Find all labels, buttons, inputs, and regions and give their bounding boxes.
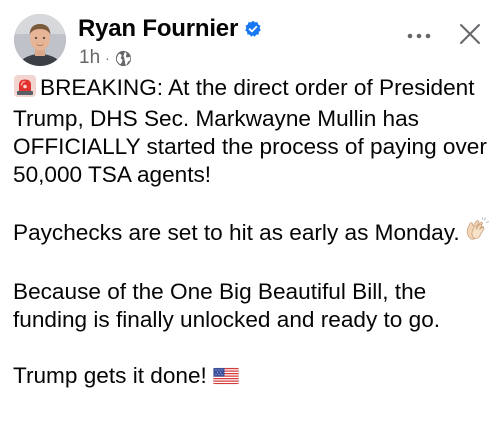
more-options-button[interactable] [402, 22, 436, 50]
avatar[interactable] [14, 14, 66, 66]
close-icon [458, 22, 482, 51]
post-body: BREAKING: At the direct order of Preside… [13, 74, 491, 393]
post-text-paychecks: Paychecks are set to hit as early as Mon… [13, 220, 460, 245]
author-name[interactable]: Ryan Fournier [78, 15, 238, 43]
post-paragraph-closing: Trump gets it done! [13, 362, 491, 393]
post-timestamp[interactable]: 1h [79, 47, 100, 69]
globe-icon[interactable] [115, 50, 132, 67]
post-paragraph-breaking: BREAKING: At the direct order of Preside… [13, 74, 491, 189]
meta-separator: · [105, 50, 110, 66]
post-text-closing: Trump gets it done! [13, 363, 207, 388]
post-paragraph-funding: Because of the One Big Beautiful Bill, t… [13, 278, 491, 334]
avatar-photo [14, 14, 66, 66]
close-button[interactable] [452, 18, 488, 54]
verified-badge-icon [244, 20, 262, 38]
post-text-funding: Because of the One Big Beautiful Bill, t… [13, 279, 441, 332]
author-row: Ryan Fournier [78, 14, 262, 44]
post-paragraph-paychecks: Paychecks are set to hit as early as Mon… [13, 217, 491, 250]
post-meta: 1h · [79, 47, 132, 69]
post-header: Ryan Fournier 1h · [12, 10, 488, 72]
us-flag-emoji [213, 365, 239, 393]
facebook-post: Ryan Fournier 1h · BREAKING: At the dire… [0, 0, 500, 434]
post-text-breaking: BREAKING: At the direct order of Preside… [13, 75, 487, 187]
clapping-hands-emoji [463, 217, 489, 250]
more-options-icon [406, 27, 432, 45]
rotating-light-emoji [13, 74, 37, 105]
